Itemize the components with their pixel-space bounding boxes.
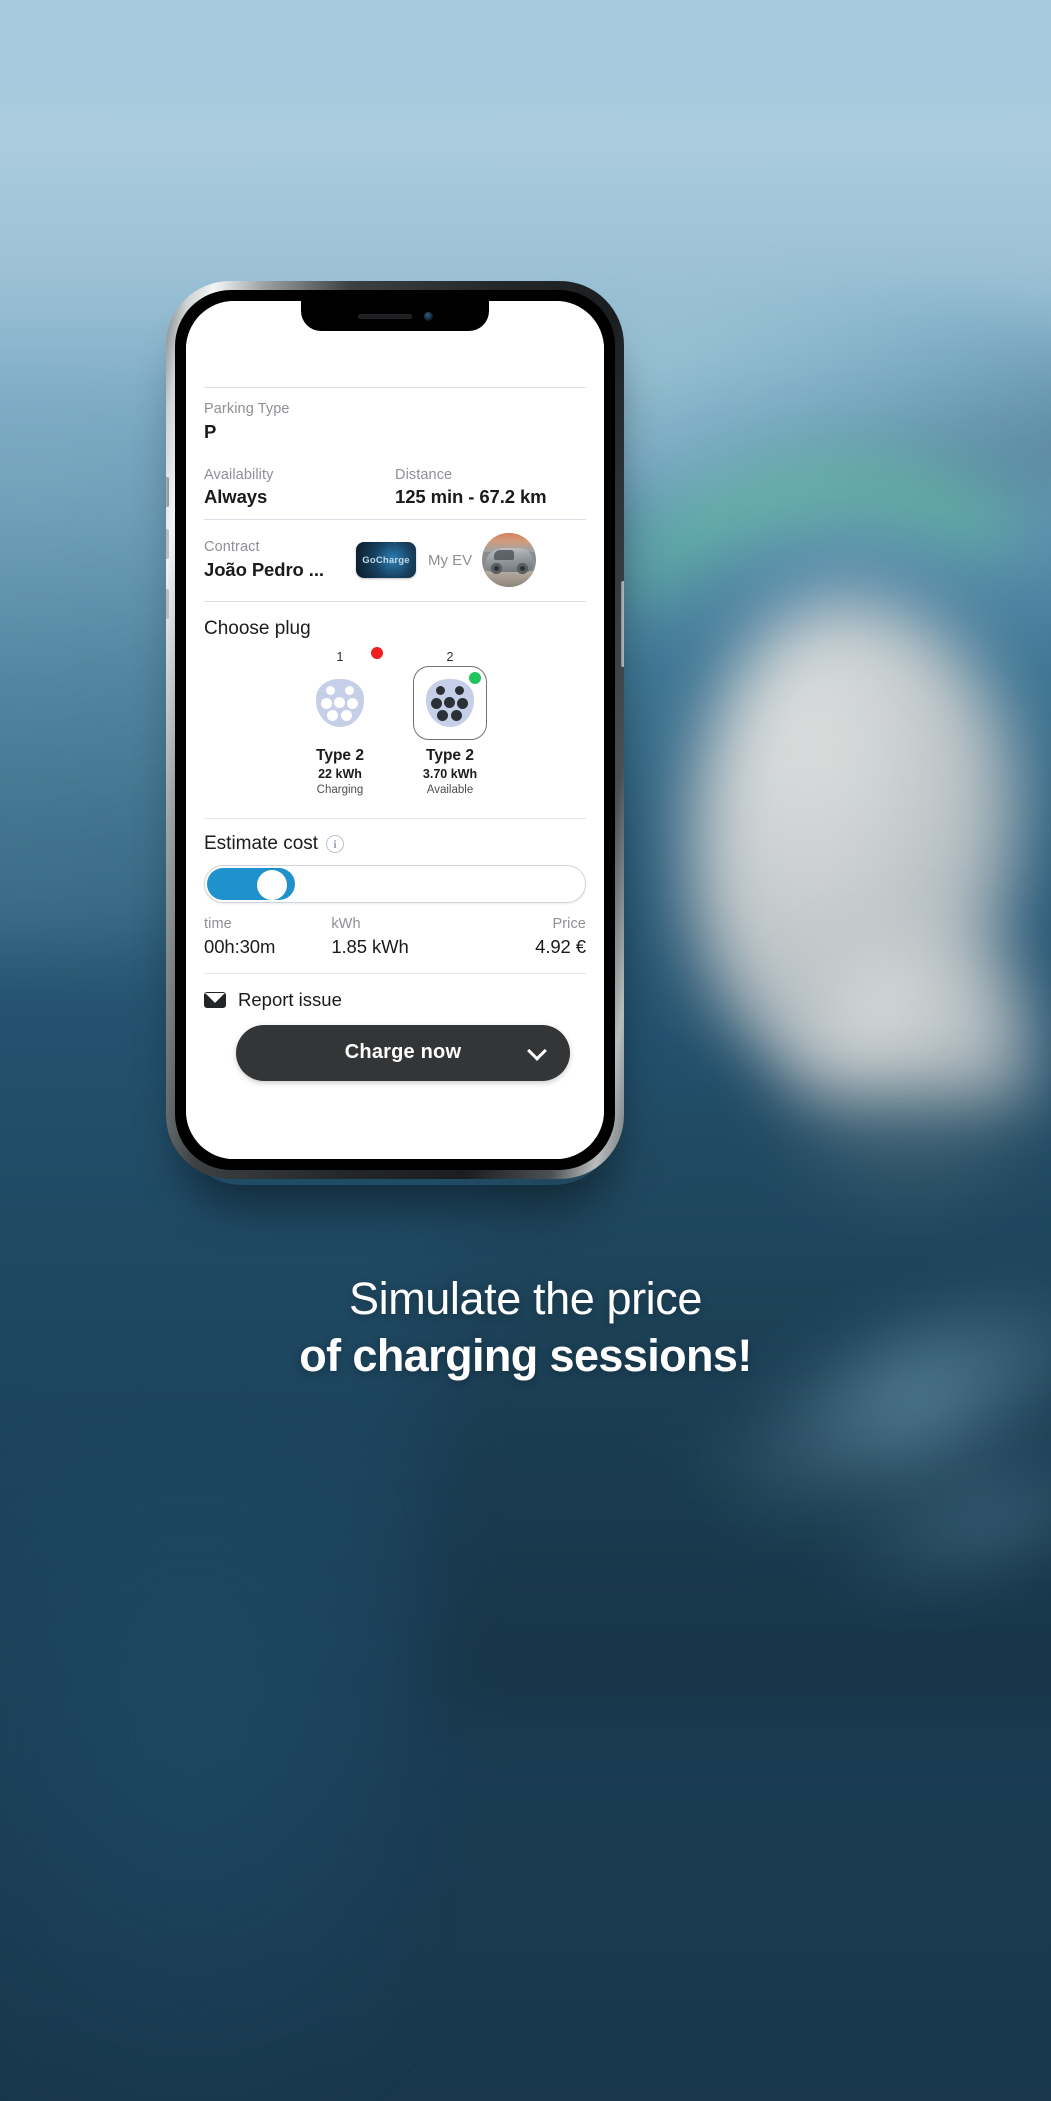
estimate-values-row: time 00h:30m kWh 1.85 kWh Price 4.92 € (204, 915, 586, 973)
availability-distance-row: Availability Always Distance 125 min - 6… (204, 454, 586, 520)
my-ev-avatar[interactable] (482, 533, 537, 588)
plug-name: Type 2 (316, 747, 364, 765)
plug-list: 1 Type 2 22 kWh Charging 2 Type 2 3.70 k… (204, 644, 586, 818)
contract-cell[interactable]: Contract João Pedro ... (204, 538, 356, 582)
gocharge-logo-icon[interactable]: GoCharge (356, 542, 416, 579)
gocharge-logo-label: GoCharge (362, 554, 410, 566)
estimate-energy-cell: kWh 1.85 kWh (331, 915, 458, 959)
report-issue-label: Report issue (238, 988, 342, 1010)
plug-name: Type 2 (426, 747, 474, 765)
report-issue-row[interactable]: Report issue (204, 974, 586, 1025)
parking-type-value: P (204, 420, 217, 442)
estimate-price-cell: Price 4.92 € (459, 915, 586, 959)
type2-socket-icon (426, 679, 474, 728)
contract-row: Contract João Pedro ... GoCharge My EV (204, 520, 586, 601)
phone-mockup: Parking Type P Availability Always Dista… (166, 281, 624, 1179)
plug-state: Charging (316, 784, 364, 797)
promo-caption: Simulate the price of charging sessions! (0, 1272, 1051, 1382)
plug-power: 3.70 kWh (422, 767, 478, 782)
my-ev-label: My EV (428, 551, 473, 569)
plug-option-2[interactable]: 2 Type 2 3.70 kWh Available (406, 650, 494, 796)
distance-value: 125 min - 67.2 km (395, 486, 547, 508)
chevron-down-icon[interactable] (527, 1040, 547, 1061)
contract-label: Contract (204, 539, 260, 556)
estimate-price-label: Price (552, 916, 586, 933)
estimate-time-cell: time 00h:30m (204, 915, 331, 959)
plug-state: Available (426, 784, 474, 797)
contract-value: João Pedro ... (204, 558, 324, 580)
caption-line-1: Simulate the price (349, 1273, 702, 1324)
charger-detail-screen: Parking Type P Availability Always Dista… (186, 301, 604, 1159)
plug-number: 2 (446, 650, 454, 665)
parking-type-row: Parking Type P (204, 388, 586, 454)
info-icon[interactable]: i (326, 835, 345, 854)
background-vignette (0, 1440, 400, 2101)
plug-icon-box (303, 666, 377, 740)
distance-cell: Distance 125 min - 67.2 km (395, 466, 586, 510)
promo-screenshot: Parking Type P Availability Always Dista… (0, 0, 1051, 2101)
speaker-grille-icon (357, 313, 412, 319)
distance-label: Distance (395, 466, 453, 483)
parking-type-label: Parking Type (204, 401, 290, 417)
phone-screen: Parking Type P Availability Always Dista… (186, 301, 604, 1159)
plug-power: 22 kWh (318, 767, 362, 782)
avatar-ground (482, 571, 537, 588)
charge-now-label: Charge now (344, 1041, 462, 1064)
estimate-energy-label: kWh (331, 916, 361, 933)
type2-socket-icon (316, 679, 364, 728)
estimate-slider[interactable] (204, 865, 586, 904)
estimate-cost-header: Estimate cost i (204, 819, 586, 865)
plug-icon-box-selected[interactable] (413, 666, 487, 741)
availability-cell: Availability Always (204, 466, 395, 510)
plug-option-1[interactable]: 1 Type 2 22 kWh Charging (296, 647, 384, 797)
choose-plug-title: Choose plug (204, 618, 311, 640)
availability-value: Always (204, 486, 268, 508)
caption-line-2: of charging sessions! (299, 1330, 752, 1382)
estimate-time-value: 00h:30m (204, 935, 276, 957)
estimate-time-label: time (204, 916, 232, 933)
estimate-energy-value: 1.85 kWh (331, 935, 409, 957)
envelope-icon (204, 991, 226, 1008)
estimate-cost-title: Estimate cost (204, 833, 319, 855)
front-camera-icon (423, 311, 433, 321)
avatar-car-window (494, 550, 515, 561)
charge-now-button[interactable]: Charge now (236, 1024, 570, 1081)
estimate-price-value: 4.92 € (535, 935, 586, 957)
phone-notch (301, 301, 489, 331)
availability-label: Availability (204, 466, 274, 483)
